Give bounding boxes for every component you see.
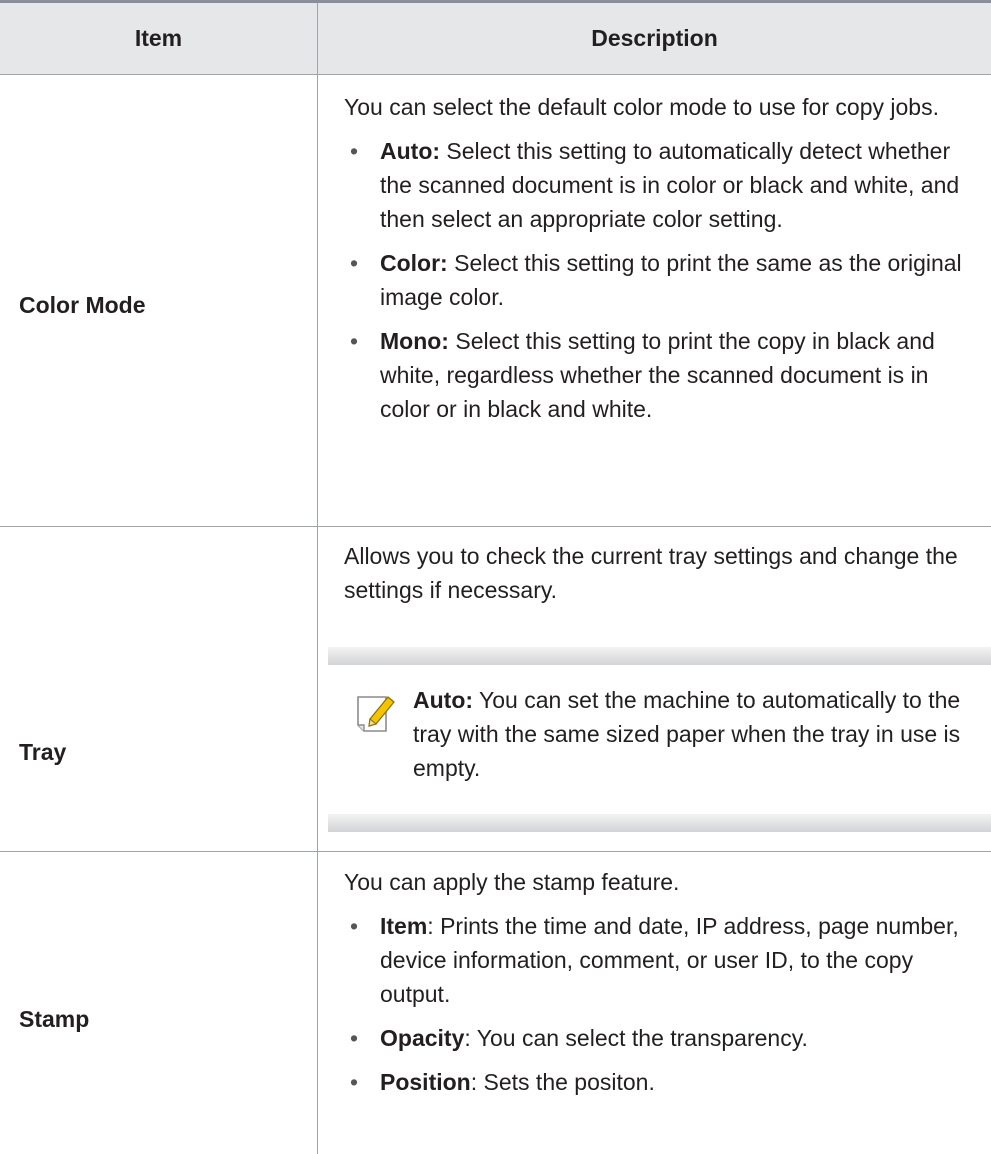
bullet-term: Position [380,1069,471,1095]
row-intro: You can select the default color mode to… [344,94,939,120]
row-intro: You can apply the stamp feature. [344,869,680,895]
bullet-icon: • [349,1025,359,1051]
list-item: • Color: Select this setting to print th… [344,246,984,314]
bullet-icon: • [349,913,359,939]
bullet-text: : You can select the transparency. [464,1025,808,1051]
list-item: • Opacity: You can select the transparen… [344,1021,984,1055]
bullet-icon: • [349,138,359,164]
note-text: Auto: You can set the machine to automat… [413,683,991,785]
bullet-term: Color: [380,250,448,276]
list-item: • Position: Sets the positon. [344,1065,984,1099]
bullet-text: Select this setting to automatically det… [380,138,960,232]
bullet-text: Select this setting to print the same as… [380,250,962,310]
row-item-stamp: Stamp [19,1006,90,1032]
row-item-tray: Tray [19,739,67,765]
row-divider [0,851,991,852]
row-intro: Allows you to check the current tray set… [344,543,958,603]
bullet-icon: • [349,1069,359,1095]
row-description-tray: Allows you to check the current tray set… [344,539,984,607]
row-description-stamp: You can apply the stamp feature. • Item:… [344,865,984,1099]
bullet-text: : Sets the positon. [470,1069,655,1095]
list-item: • Mono: Select this setting to print the… [344,324,984,426]
bullet-term: Opacity [380,1025,465,1051]
column-divider [317,3,318,1154]
list-item: • Item: Prints the time and date, IP add… [344,909,984,1011]
note-pencil-icon [357,696,395,732]
note-bottom-bar [328,814,991,832]
note-box: Auto: You can set the machine to automat… [328,647,991,832]
row-item-color-mode: Color Mode [19,292,146,318]
bullet-text: Select this setting to print the copy in… [380,328,935,422]
bullet-icon: • [349,328,359,354]
list-item: • Auto: Select this setting to automatic… [344,134,984,236]
note-top-bar [328,647,991,665]
column-header-item: Item [134,25,183,51]
row-description-color-mode: You can select the default color mode to… [344,90,984,426]
note-body: You can set the machine to automatically… [413,687,961,781]
column-header-description: Description [591,25,718,51]
bullet-term: Item [380,913,428,939]
table-header: Item Description [0,3,991,74]
row-divider [0,74,991,75]
bullet-term: Auto: [380,138,441,164]
bullet-text: : Prints the time and date, IP address, … [380,913,959,1007]
bullet-icon: • [349,250,359,276]
bullet-term: Mono: [380,328,449,354]
row-divider [0,526,991,527]
note-term: Auto: [413,687,474,713]
